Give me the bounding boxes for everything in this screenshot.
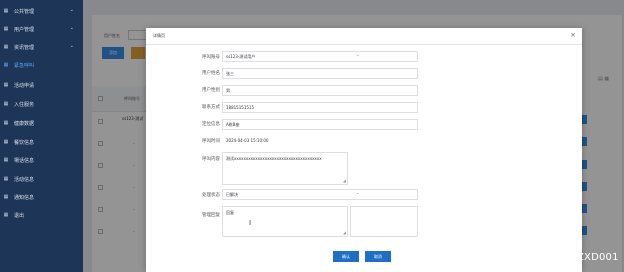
sidebar-item-public[interactable]: ▦ 公共管理 ⌄ — [0, 3, 83, 19]
sidebar: ▦ 公共管理 ⌄ ▦ 用户管理 ⌄ ▦ 资讯管理 ⌄ ▦ 紧急呼叫 ▦ 活动申请 ▦ 入住服务 ▦… — [0, 0, 83, 272]
reply-label: 管理回复 — [202, 213, 220, 218]
divider — [146, 44, 582, 45]
grid-icon: ▦ — [3, 8, 9, 14]
grid-icon: ▦ — [3, 139, 9, 145]
sidebar-item-label: 退出 — [14, 212, 25, 219]
sidebar-item-notices[interactable]: ▦ 通知信息 — [0, 189, 83, 205]
sidebar-item-checkin[interactable]: ▦ 入住服务 — [0, 96, 83, 112]
sidebar-item-activities[interactable]: ▦ 活动信息 — [0, 171, 83, 187]
account-label: 呼叫账号 — [202, 55, 220, 60]
chevron-down-icon: ⌄ — [69, 43, 74, 49]
location-label: 定位信息 — [202, 122, 220, 127]
grid-icon: ▦ — [3, 26, 9, 32]
sidebar-item-label: 活动信息 — [14, 176, 35, 183]
chevron-down-icon: ⌄ — [69, 7, 74, 13]
sidebar-item-label: 活动申请 — [14, 82, 35, 89]
content-value: 测试xxxxxxxxxxxxxxxxxxxxxxxxxxxxxxxxxxxxx — [226, 156, 322, 161]
sidebar-item-users[interactable]: ▦ 用户管理 ⌄ — [0, 21, 83, 37]
sidebar-item-logout[interactable]: ▦ 退出 — [0, 207, 83, 223]
sidebar-item-calls[interactable]: ▦ 場话信息 — [0, 152, 83, 168]
gender-value: 男 — [226, 87, 230, 93]
text-cursor-icon: I — [249, 219, 252, 227]
grid-icon: ▦ — [3, 101, 9, 107]
time-label: 呼叫时间 — [202, 139, 220, 144]
confirm-button[interactable]: 确认 — [333, 251, 359, 262]
grid-icon: ▦ — [3, 176, 9, 182]
grid-icon: ▦ — [3, 82, 9, 88]
watermark: CSDN @MZ_ZXD001 — [513, 252, 619, 263]
sidebar-item-label: 资讯管理 — [14, 44, 35, 51]
gender-label: 用户性别 — [202, 88, 220, 93]
account-value: ss123-测试用户 — [226, 53, 256, 59]
sidebar-item-label: 健康数据 — [14, 120, 35, 127]
reply-value: 回复 — [226, 210, 234, 215]
name-value: 张三 — [226, 70, 234, 76]
sidebar-item-label: 通知信息 — [14, 194, 35, 201]
grid-icon: ▦ — [3, 44, 9, 50]
sidebar-item-label: 餐饮信息 — [14, 139, 35, 146]
location-value: A栋B座 — [226, 121, 240, 127]
chevron-down-icon: ⌄ — [355, 52, 360, 58]
chevron-down-icon: ⌄ — [69, 25, 74, 31]
time-value: 2024-04-03 15:10:00 — [226, 138, 269, 143]
phone-label: 联系方式 — [202, 105, 220, 110]
dialog-title: 详情页 — [153, 33, 165, 38]
gender-field[interactable]: 男 — [222, 85, 418, 96]
name-field[interactable]: 张三 — [222, 68, 418, 79]
sidebar-item-emergency[interactable]: ▦ 紧急呼叫 — [0, 57, 83, 73]
resize-handle-icon[interactable]: ◢ — [343, 230, 346, 235]
sidebar-item-meals[interactable]: ▦ 餐饮信息 — [0, 134, 83, 150]
phone-value: 18815151515 — [226, 105, 254, 110]
chevron-down-icon: ⌄ — [355, 190, 360, 196]
resize-handle-icon[interactable]: ◢ — [343, 178, 346, 183]
sidebar-item-label: 紧急呼叫 — [14, 62, 35, 69]
sidebar-item-label: 用户管理 — [14, 26, 35, 33]
content-label: 呼叫内容 — [202, 157, 220, 162]
sidebar-item-news[interactable]: ▦ 资讯管理 ⌄ — [0, 39, 83, 55]
grid-icon: ▦ — [3, 194, 9, 200]
sidebar-item-label: 場话信息 — [14, 157, 35, 164]
reply-textarea[interactable]: 回复 ◢ — [222, 206, 348, 237]
status-select[interactable]: 已解决 — [222, 189, 418, 200]
cancel-button[interactable]: 取消 — [365, 251, 391, 262]
content-textarea[interactable]: 测试xxxxxxxxxxxxxxxxxxxxxxxxxxxxxxxxxxxxx ◢ — [222, 152, 348, 185]
location-field[interactable]: A栋B座 — [222, 119, 418, 130]
sidebar-item-health[interactable]: ▦ 健康数据 — [0, 115, 83, 131]
grid-icon: ▦ — [3, 120, 9, 126]
name-label: 用户姓名 — [202, 71, 220, 76]
status-label: 处理状态 — [202, 193, 220, 198]
phone-field[interactable]: 18815151515 — [222, 102, 418, 113]
account-select[interactable]: ss123-测试用户 — [222, 51, 418, 62]
sidebar-item-activity-apply[interactable]: ▦ 活动申请 — [0, 77, 83, 93]
sidebar-item-label: 公共管理 — [14, 8, 35, 15]
status-value: 已解决 — [226, 191, 238, 197]
sidebar-item-label: 入住服务 — [14, 101, 35, 108]
grid-icon: ▦ — [3, 62, 9, 68]
close-icon[interactable]: × — [570, 31, 576, 39]
reply-side-box — [350, 206, 418, 237]
grid-icon: ▦ — [3, 157, 9, 163]
grid-icon: ▦ — [3, 212, 9, 218]
